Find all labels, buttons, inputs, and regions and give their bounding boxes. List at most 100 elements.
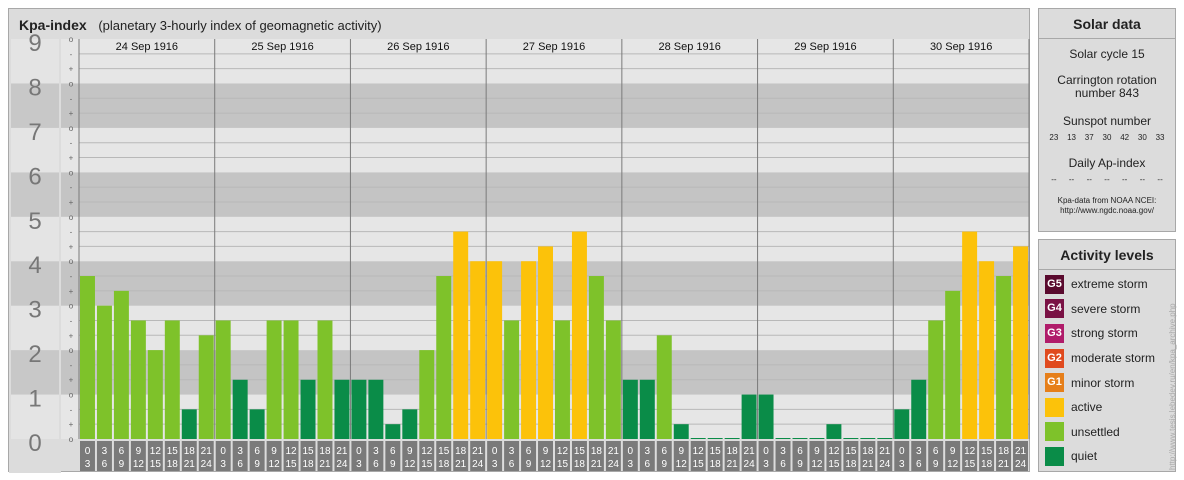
interval-start-label: 3 — [509, 446, 515, 457]
kp-bar — [996, 276, 1012, 439]
y-tick-label: 5 — [28, 208, 41, 235]
legend-label: minor storm — [1071, 375, 1135, 390]
kp-bar — [758, 394, 774, 439]
interval-end-label: 12 — [269, 459, 281, 470]
sunspot-value: 37 — [1084, 133, 1094, 142]
interval-start-label: 0 — [899, 446, 905, 457]
interval-end-label: 18 — [574, 459, 586, 470]
kp-bar — [775, 438, 791, 439]
interval-end-label: 6 — [237, 459, 243, 470]
y-subtick-label: - — [70, 361, 73, 370]
interval-end-label: 18 — [710, 459, 722, 470]
kp-bar — [334, 379, 350, 439]
legend-item: G3 strong storm — [1039, 321, 1175, 346]
day-label: 30 Sep 1916 — [930, 41, 992, 53]
chart-header: Kpa-index (planetary 3-hourly index of g… — [19, 17, 382, 33]
kp-band — [61, 83, 1029, 128]
interval-end-label: 21 — [998, 459, 1010, 470]
y-subtick-label: + — [69, 331, 74, 340]
interval-end-label: 3 — [763, 459, 769, 470]
kp-bar — [707, 438, 723, 439]
interval-end-label: 24 — [472, 459, 484, 470]
legend-swatch — [1045, 446, 1064, 466]
y-tick-label: 9 — [28, 30, 41, 57]
day-label: 25 Sep 1916 — [251, 41, 313, 53]
legend-item: active — [1039, 395, 1175, 420]
carrington-line-2: number 843 — [1074, 86, 1140, 100]
y-tick-label: 1 — [28, 386, 41, 413]
interval-end-label: 15 — [421, 459, 433, 470]
interval-start-label: 9 — [814, 446, 820, 457]
y-subtick-label: - — [70, 139, 73, 148]
interval-end-label: 12 — [540, 459, 552, 470]
interval-end-label: 12 — [947, 459, 959, 470]
y-subtick-label: + — [69, 287, 74, 296]
y-subtick-label: - — [70, 272, 73, 281]
interval-start-label: 6 — [119, 446, 125, 457]
kp-bar — [521, 261, 537, 439]
interval-start-label: 6 — [797, 446, 803, 457]
kp-bar — [605, 320, 621, 439]
interval-start-label: 15 — [167, 446, 179, 457]
kp-bar — [792, 438, 808, 439]
interval-start-label: 15 — [574, 446, 586, 457]
interval-start-label: 15 — [438, 446, 450, 457]
sunspot-value: 30 — [1102, 133, 1112, 142]
interval-start-label: 3 — [645, 446, 651, 457]
kp-bar — [639, 379, 655, 439]
ap-value: -- — [1157, 175, 1163, 184]
kp-bar — [164, 320, 180, 439]
kp-band — [61, 127, 1029, 173]
legend-swatch: G5 — [1045, 274, 1064, 294]
data-source-line-1: Kpa-data from NOAA NCEI: — [1057, 196, 1157, 205]
solar-data-title: Solar data — [1039, 9, 1175, 39]
day-label: 28 Sep 1916 — [659, 41, 721, 53]
interval-start-label: 12 — [693, 446, 705, 457]
y-subtick-label: o — [69, 346, 74, 355]
legend-item: G4 severe storm — [1039, 297, 1175, 322]
interval-start-label: 6 — [933, 446, 939, 457]
interval-end-label: 9 — [661, 459, 667, 470]
credit-link[interactable]: http://www.tesis.lebedev.ru/en/kpa_archi… — [1168, 303, 1177, 470]
interval-end-label: 3 — [220, 459, 226, 470]
solar-data-panel: Solar data Solar cycle 15 Carrington rot… — [1038, 8, 1176, 232]
y-subtick-label: - — [70, 94, 73, 103]
kp-band — [61, 172, 1029, 217]
interval-start-label: 3 — [373, 446, 379, 457]
interval-start-label: 3 — [780, 446, 786, 457]
interval-end-label: 9 — [390, 459, 396, 470]
y-subtick-label: + — [69, 154, 74, 163]
interval-start-label: 21 — [472, 446, 484, 457]
kp-bar — [538, 246, 553, 439]
interval-end-label: 21 — [591, 459, 603, 470]
kp-bar — [266, 320, 282, 439]
legend-swatch: G4 — [1045, 299, 1064, 319]
interval-end-label: 15 — [285, 459, 297, 470]
legend-label: extreme storm — [1071, 277, 1148, 292]
kp-bar — [588, 276, 604, 439]
y-subtick-label: + — [69, 420, 74, 429]
interval-start-label: 18 — [727, 446, 739, 457]
interval-start-label: 15 — [845, 446, 857, 457]
chart-subtitle: (planetary 3-hourly index of geomagnetic… — [98, 18, 382, 33]
day-label: 27 Sep 1916 — [523, 41, 585, 53]
interval-end-label: 3 — [85, 459, 91, 470]
y-tick-label: 3 — [28, 297, 41, 324]
kp-bar — [198, 335, 214, 439]
kp-bar — [724, 438, 740, 439]
activity-levels-title: Activity levels — [1039, 240, 1175, 270]
interval-start-label: 9 — [136, 446, 142, 457]
interval-start-label: 15 — [710, 446, 722, 457]
legend-swatch: G3 — [1045, 323, 1064, 343]
interval-end-label: 15 — [828, 459, 840, 470]
interval-end-label: 3 — [899, 459, 905, 470]
y-subtick-label: o — [69, 257, 74, 266]
interval-end-label: 9 — [254, 459, 260, 470]
kp-bar — [690, 438, 706, 439]
y-tick-label: 0 — [28, 430, 41, 457]
kp-bar — [402, 409, 418, 439]
legend-label: strong storm — [1071, 326, 1138, 341]
interval-end-label: 21 — [862, 459, 874, 470]
y-subtick-label: - — [70, 183, 73, 192]
data-source-link[interactable]: http://www.ngdc.noaa.gov/ — [1039, 206, 1175, 216]
